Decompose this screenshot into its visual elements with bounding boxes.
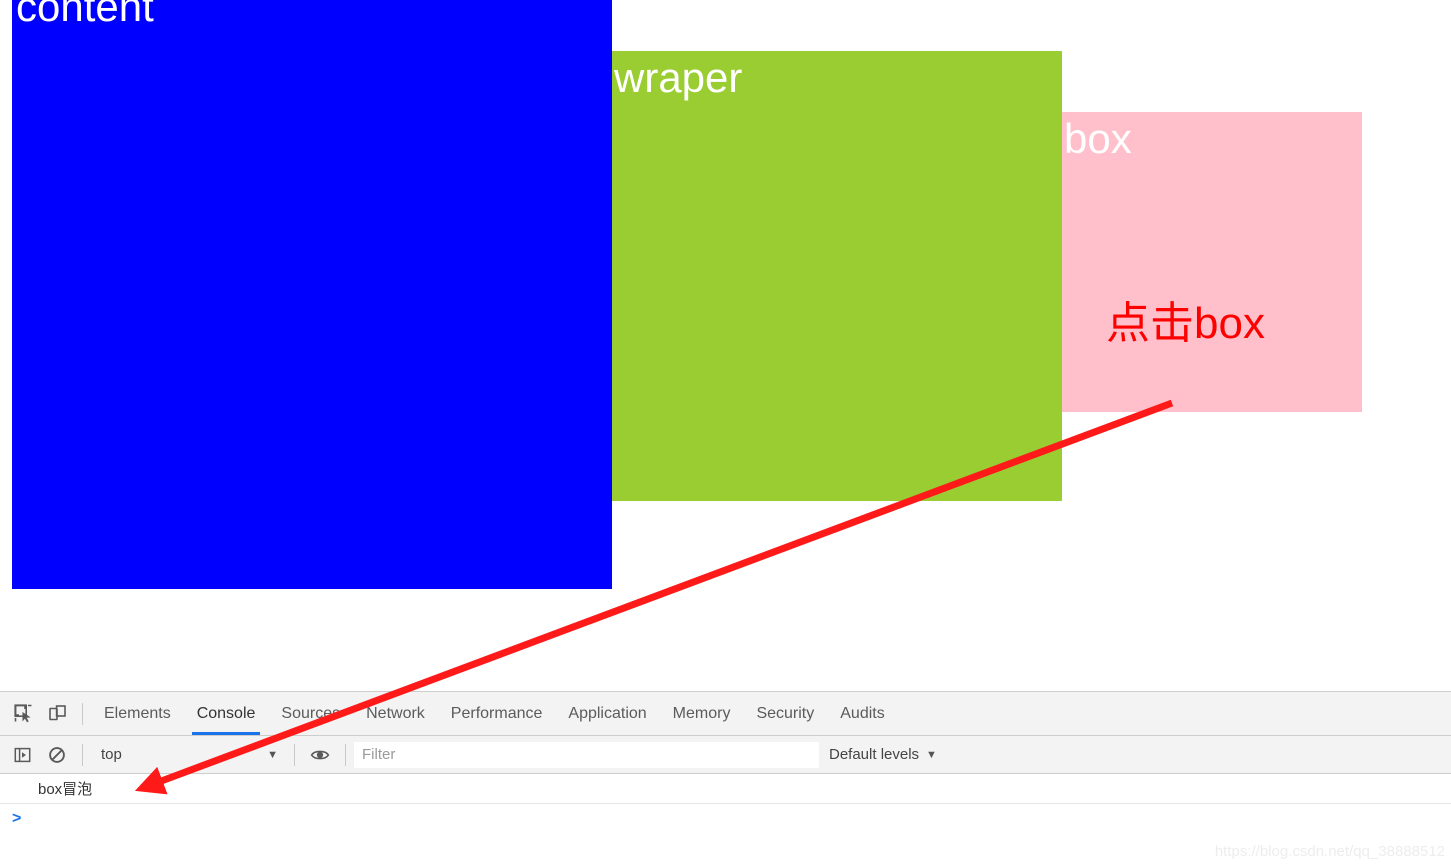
wraper-div[interactable]: wraper [612, 51, 1062, 501]
box-label: box [1064, 115, 1132, 162]
tab-application[interactable]: Application [555, 692, 659, 735]
log-levels-label: Default levels [829, 746, 920, 763]
filterbar-divider-2 [294, 743, 295, 766]
prompt-caret-icon: > [12, 810, 22, 827]
box-click-text[interactable]: 点击box [1106, 302, 1265, 346]
devtools-tabbar: Elements Console Sources Network Perform… [0, 692, 1451, 736]
log-levels-select[interactable]: Default levels ▼ [819, 742, 947, 768]
watermark-text: https://blog.csdn.net/qq_38888512 [1214, 843, 1445, 860]
page-viewport: content wraper box 点击box [0, 0, 1451, 691]
device-toolbar-icon[interactable] [40, 698, 74, 730]
execution-context-value: top [101, 746, 122, 763]
console-prompt[interactable]: > [0, 804, 1451, 838]
tab-memory[interactable]: Memory [660, 692, 744, 735]
tab-sources[interactable]: Sources [268, 692, 353, 735]
filter-input[interactable] [354, 741, 819, 768]
console-message-row[interactable]: box冒泡 [0, 774, 1451, 804]
live-expression-eye-icon[interactable] [303, 739, 337, 771]
console-message-text: box冒泡 [38, 781, 93, 798]
tab-audits[interactable]: Audits [827, 692, 897, 735]
filterbar-divider-3 [345, 743, 346, 766]
clear-console-icon[interactable] [40, 739, 74, 771]
tab-elements[interactable]: Elements [91, 692, 184, 735]
chevron-down-icon: ▼ [267, 748, 278, 761]
box-div[interactable]: box 点击box [1062, 112, 1362, 412]
console-filter-bar: top ▼ Default levels ▼ [0, 736, 1451, 774]
filterbar-divider-1 [82, 743, 83, 766]
content-label: content [16, 0, 154, 30]
tab-performance[interactable]: Performance [438, 692, 556, 735]
tab-network[interactable]: Network [353, 692, 438, 735]
tab-security[interactable]: Security [743, 692, 827, 735]
toolbar-divider [82, 702, 83, 725]
content-div[interactable]: content [12, 0, 612, 589]
screenshot-root: content wraper box 点击box Elements Consol… [0, 0, 1451, 866]
tab-console[interactable]: Console [184, 692, 269, 735]
inspect-element-icon[interactable] [6, 698, 40, 730]
wraper-label: wraper [614, 54, 743, 101]
devtools-panel: Elements Console Sources Network Perform… [0, 691, 1451, 866]
chevron-down-icon: ▼ [926, 748, 937, 761]
execution-context-select[interactable]: top ▼ [91, 742, 286, 768]
console-sidebar-icon[interactable] [6, 739, 40, 771]
console-message-list: box冒泡 [0, 774, 1451, 804]
